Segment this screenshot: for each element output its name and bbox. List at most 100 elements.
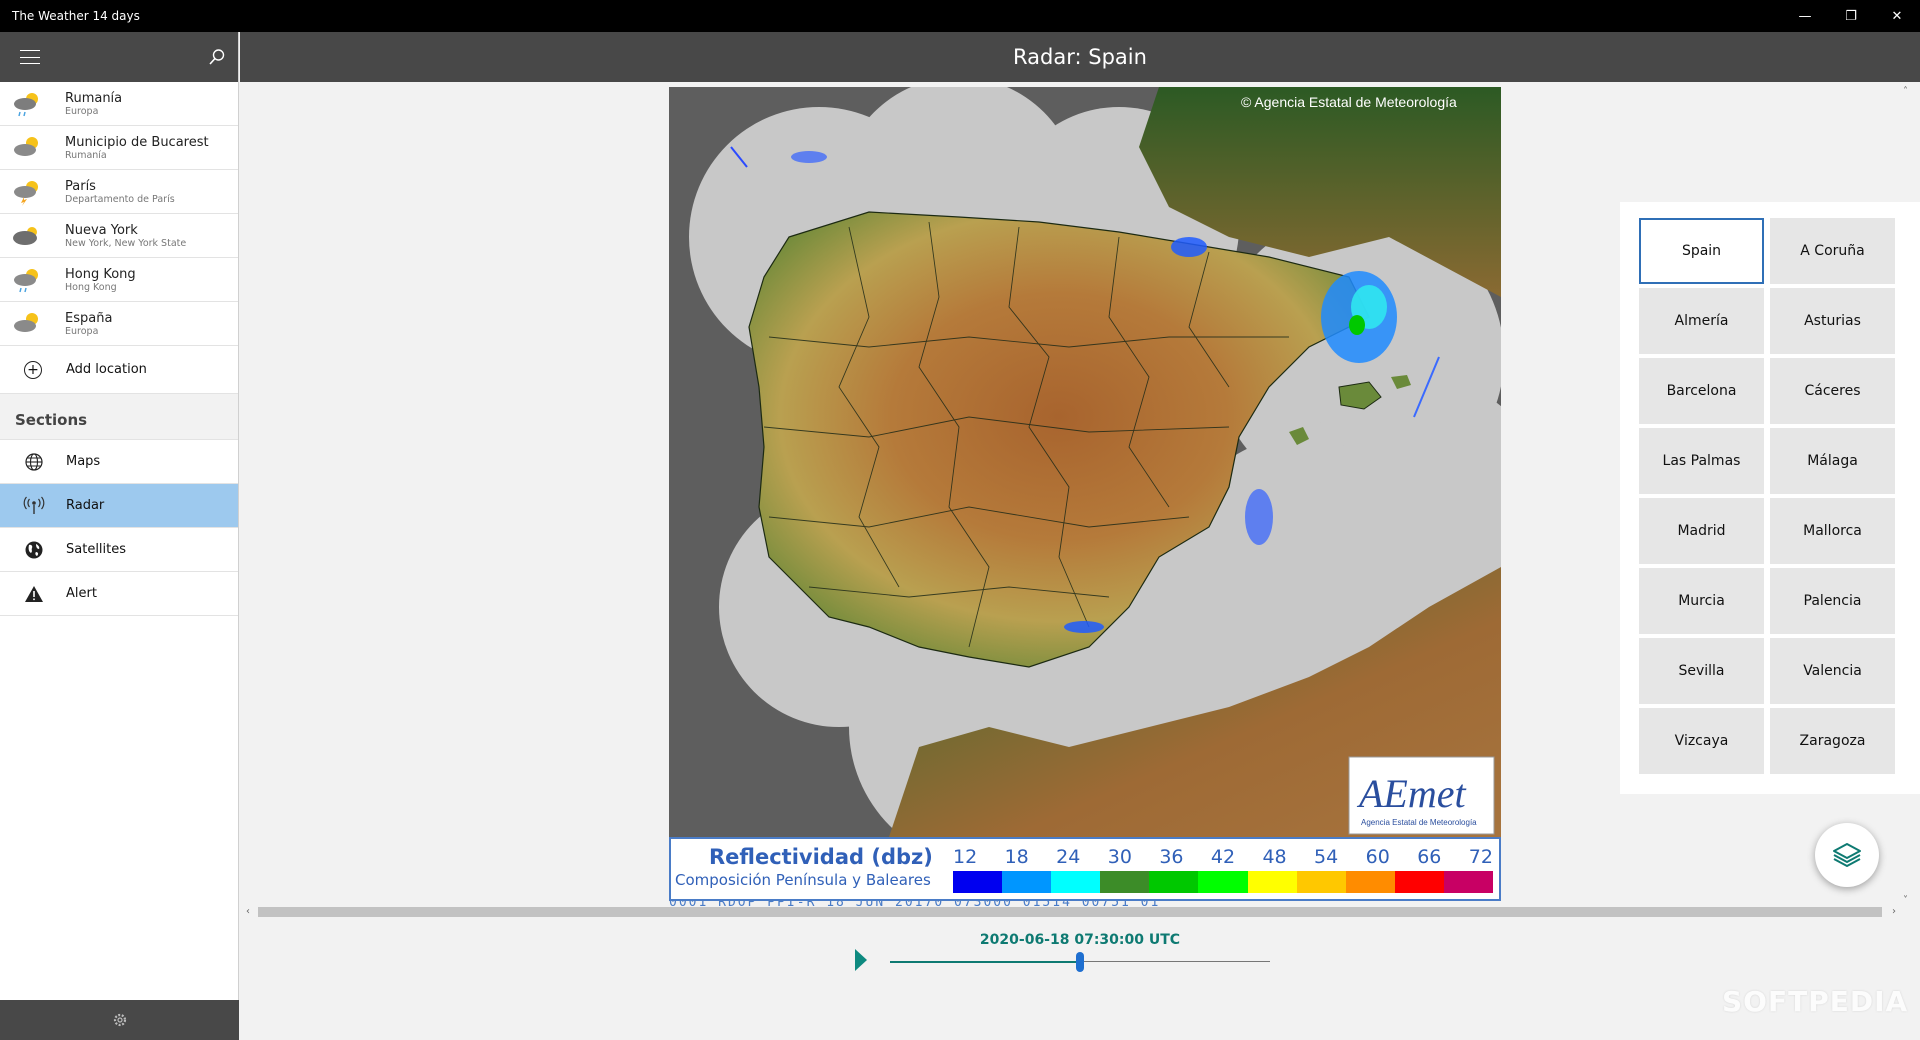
legend-swatch — [1345, 871, 1395, 893]
hamburger-menu-icon[interactable] — [20, 50, 40, 64]
watermark: SOFTPEDIA — [1722, 985, 1909, 1018]
region-button[interactable]: Málaga — [1770, 428, 1895, 494]
section-label: Maps — [66, 454, 101, 469]
legend-value: 66 — [1417, 846, 1442, 868]
section-maps[interactable]: Maps — [0, 440, 238, 484]
play-icon[interactable] — [855, 949, 867, 971]
scroll-left-icon[interactable]: ‹ — [246, 906, 250, 917]
legend-values: 12 18 24 30 36 42 48 54 60 66 72 — [953, 846, 1493, 868]
location-item[interactable]: Rumanía Europa — [0, 82, 238, 126]
scrollbar-thumb[interactable] — [258, 907, 1882, 917]
location-region: Departamento de París — [65, 193, 175, 205]
region-button[interactable]: A Coruña — [1770, 218, 1895, 284]
region-button[interactable]: Almería — [1639, 288, 1764, 354]
scroll-right-icon[interactable]: › — [1892, 906, 1896, 917]
legend-value: 42 — [1210, 846, 1236, 868]
section-label: Radar — [66, 498, 105, 513]
region-button[interactable]: Barcelona — [1639, 358, 1764, 424]
region-button[interactable]: Las Palmas — [1639, 428, 1764, 494]
legend-title: Reflectividad (dbz) — [709, 845, 933, 869]
location-item[interactable]: París Departamento de París — [0, 170, 238, 214]
settings-button[interactable] — [0, 1000, 239, 1040]
layers-icon — [1833, 843, 1861, 867]
section-radar[interactable]: Radar — [0, 484, 238, 528]
legend-swatch — [1247, 871, 1297, 893]
radar-map-image: © Agencia Estatal de Meteorología AEmet … — [689, 87, 1501, 837]
section-satellites[interactable]: Satellites — [0, 528, 238, 572]
timeline-slider[interactable] — [890, 950, 1270, 972]
partly-cloudy-icon — [12, 134, 42, 162]
layers-button[interactable] — [1815, 823, 1879, 887]
region-button[interactable]: Cáceres — [1770, 358, 1895, 424]
region-button[interactable]: Murcia — [1639, 568, 1764, 634]
region-button[interactable]: Valencia — [1770, 638, 1895, 704]
region-selector: Spain A Coruña Almería Asturias Barcelona Các… — [1620, 202, 1920, 794]
location-name: Rumanía — [65, 90, 123, 106]
location-item[interactable]: Municipio de Bucarest Rumanía — [0, 126, 238, 170]
legend-swatch — [1198, 871, 1248, 893]
region-button[interactable]: Vizcaya — [1639, 708, 1764, 774]
location-item[interactable]: España Europa — [0, 302, 238, 346]
region-button[interactable]: Sevilla — [1639, 638, 1764, 704]
scroll-down-icon[interactable]: ˅ — [1903, 895, 1908, 906]
legend-swatch — [1394, 871, 1444, 893]
legend-value: 60 — [1365, 846, 1390, 868]
reflectivity-legend: Reflectividad (dbz) Composición Penínsul… — [669, 837, 1501, 901]
restore-button[interactable]: ❐ — [1828, 0, 1874, 32]
location-region: Europa — [65, 325, 99, 337]
section-alert[interactable]: Alert — [0, 572, 238, 616]
aemet-logo-text: AEmet — [1356, 771, 1467, 816]
region-button[interactable]: Asturias — [1770, 288, 1895, 354]
legend-swatch — [1296, 871, 1346, 893]
legend-swatch — [953, 871, 1003, 893]
region-button[interactable]: Zaragoza — [1770, 708, 1895, 774]
location-region: Europa — [65, 105, 99, 117]
radar-map[interactable]: © Agencia Estatal de Meteorología AEmet … — [669, 87, 1501, 837]
partly-cloudy-icon — [12, 310, 42, 338]
settings-gear-icon — [113, 1013, 126, 1027]
warning-icon — [22, 583, 46, 605]
sections-heading: Sections — [0, 394, 238, 440]
region-button[interactable]: Palencia — [1770, 568, 1895, 634]
location-name: Nueva York — [65, 222, 138, 238]
legend-value: 24 — [1056, 846, 1081, 868]
app-title: The Weather 14 days — [12, 9, 140, 23]
region-button[interactable]: Madrid — [1639, 498, 1764, 564]
add-location-label: Add location — [66, 362, 147, 377]
slider-fill — [890, 961, 1076, 963]
legend-color-bar — [953, 871, 1494, 893]
location-item[interactable]: Nueva York New York, New York State — [0, 214, 238, 258]
section-label: Alert — [66, 586, 97, 601]
location-region: New York, New York State — [65, 237, 187, 249]
location-item[interactable]: Hong Kong Hong Kong — [0, 258, 238, 302]
add-icon: + — [24, 360, 42, 379]
region-button[interactable]: Spain — [1639, 218, 1764, 284]
location-name: París — [65, 178, 96, 194]
minimize-button[interactable]: — — [1782, 0, 1828, 32]
legend-value: 54 — [1314, 846, 1339, 868]
legend-swatch — [1149, 871, 1199, 893]
legend-value: 18 — [1004, 846, 1029, 868]
search-icon[interactable] — [208, 48, 226, 66]
title-bar: The Weather 14 days — ❐ ✕ — [0, 0, 1920, 32]
slider-thumb[interactable] — [1076, 952, 1084, 972]
legend-value: 12 — [953, 846, 978, 868]
legend-swatch — [1443, 871, 1494, 893]
horizontal-scrollbar[interactable]: ‹ › — [246, 906, 1901, 918]
close-button[interactable]: ✕ — [1874, 0, 1920, 32]
section-label: Satellites — [66, 542, 127, 557]
legend-subtitle: Composición Península y Baleares — [675, 871, 931, 889]
location-region: Rumanía — [65, 149, 107, 161]
location-region: Hong Kong — [65, 281, 117, 293]
legend-swatch — [1051, 871, 1101, 893]
earth-icon — [22, 539, 46, 561]
region-button[interactable]: Mallorca — [1770, 498, 1895, 564]
aemet-logo-sub: Agencia Estatal de Meteorología — [1361, 818, 1477, 827]
scroll-up-icon[interactable]: ˄ — [1903, 86, 1908, 97]
legend-value: 72 — [1468, 846, 1493, 868]
location-name: Municipio de Bucarest — [65, 134, 209, 150]
radar-icon — [22, 495, 46, 517]
globe-icon — [22, 451, 46, 473]
legend-value: 48 — [1262, 846, 1287, 868]
add-location-button[interactable]: + Add location — [0, 346, 238, 394]
